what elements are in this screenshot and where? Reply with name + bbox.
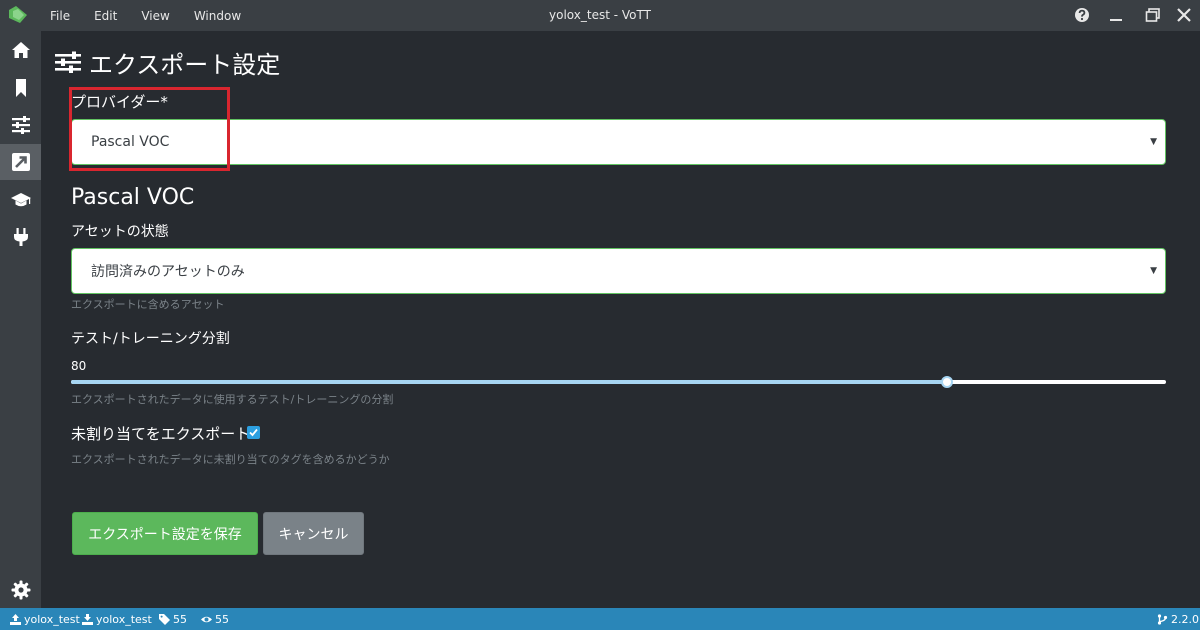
graduation-cap-icon bbox=[10, 193, 31, 207]
page-title-text: エクスポート設定 bbox=[89, 50, 281, 79]
upload-icon bbox=[10, 613, 21, 625]
status-bar: yolox_test yolox_test 55 55 2.2.0 bbox=[0, 608, 1200, 630]
split-hint: エクスポートされたデータに使用するテスト/トレーニングの分割 bbox=[71, 393, 394, 406]
menu-bar: File Edit View Window bbox=[50, 0, 265, 31]
visited-count-value: 55 bbox=[215, 612, 229, 626]
sidebar bbox=[0, 31, 41, 608]
close-icon[interactable] bbox=[1173, 4, 1195, 26]
asset-state-select-value: 訪問済みのアセットのみ bbox=[91, 264, 245, 280]
sidebar-item-export[interactable] bbox=[0, 144, 41, 180]
app-version: 2.2.0 bbox=[1157, 608, 1199, 630]
title-bar: File Edit View Window yolox_test - VoTT bbox=[0, 0, 1200, 31]
export-icon bbox=[11, 153, 30, 171]
tag-count-value: 55 bbox=[173, 612, 187, 626]
unassigned-hint: エクスポートされたデータに未割り当てのタグを含めるかどうか bbox=[71, 453, 390, 466]
split-slider[interactable] bbox=[71, 376, 1166, 388]
unassigned-label: 未割り当てをエクスポート bbox=[71, 425, 251, 443]
target-connection: yolox_test bbox=[82, 608, 152, 630]
provider-section-title: Pascal VOC bbox=[71, 185, 195, 210]
visited-count: 55 bbox=[201, 608, 229, 630]
cancel-button[interactable]: キャンセル bbox=[263, 512, 364, 555]
sidebar-item-connections[interactable] bbox=[0, 219, 41, 255]
tag-icon bbox=[159, 613, 170, 625]
target-connection-name: yolox_test bbox=[96, 612, 152, 626]
sidebar-item-app-settings[interactable] bbox=[0, 572, 41, 608]
menu-view[interactable]: View bbox=[141, 9, 169, 23]
asset-state-hint: エクスポートに含めるアセット bbox=[71, 298, 225, 311]
split-label: テスト/トレーニング分割 bbox=[71, 331, 230, 347]
eye-icon bbox=[201, 616, 212, 622]
split-slider-fill bbox=[71, 380, 947, 384]
bookmark-icon bbox=[15, 79, 26, 97]
chevron-down-icon: ▼ bbox=[1150, 266, 1157, 276]
annotation-highlight-box bbox=[69, 87, 230, 171]
menu-window[interactable]: Window bbox=[194, 9, 241, 23]
source-connection-name: yolox_test bbox=[24, 612, 80, 626]
split-value: 80 bbox=[71, 359, 87, 373]
check-icon bbox=[249, 428, 258, 437]
tag-count: 55 bbox=[159, 608, 187, 630]
sidebar-item-home[interactable] bbox=[0, 32, 41, 68]
vott-logo-icon bbox=[9, 6, 27, 23]
sliders-icon bbox=[55, 51, 81, 73]
menu-file[interactable]: File bbox=[50, 9, 70, 23]
download-icon bbox=[82, 613, 93, 625]
asset-state-select[interactable]: 訪問済みのアセットのみ ▼ bbox=[71, 248, 1166, 294]
gear-icon bbox=[11, 580, 30, 600]
split-slider-handle[interactable] bbox=[941, 376, 953, 388]
home-icon bbox=[11, 42, 30, 58]
unassigned-checkbox[interactable] bbox=[247, 426, 260, 439]
source-connection: yolox_test bbox=[10, 608, 80, 630]
provider-select[interactable]: Pascal VOC ▼ bbox=[71, 119, 1166, 165]
chevron-down-icon: ▼ bbox=[1150, 137, 1157, 147]
sidebar-item-settings[interactable] bbox=[0, 107, 41, 143]
asset-state-label: アセットの状態 bbox=[71, 224, 169, 240]
page-title: エクスポート設定 bbox=[55, 47, 281, 79]
sidebar-item-tags[interactable] bbox=[0, 70, 41, 106]
help-icon[interactable] bbox=[1071, 4, 1093, 26]
save-export-settings-button[interactable]: エクスポート設定を保存 bbox=[72, 512, 258, 555]
sidebar-item-active-learning[interactable] bbox=[0, 182, 41, 218]
git-branch-icon bbox=[1157, 613, 1168, 625]
restore-icon[interactable] bbox=[1142, 4, 1164, 26]
plug-icon bbox=[13, 228, 28, 246]
export-settings-page: エクスポート設定 プロバイダー* Pascal VOC ▼ Pascal VOC… bbox=[41, 31, 1200, 608]
app-version-value: 2.2.0 bbox=[1171, 612, 1199, 626]
menu-edit[interactable]: Edit bbox=[94, 9, 117, 23]
minimize-icon[interactable] bbox=[1105, 4, 1127, 26]
sliders-icon bbox=[11, 116, 30, 134]
